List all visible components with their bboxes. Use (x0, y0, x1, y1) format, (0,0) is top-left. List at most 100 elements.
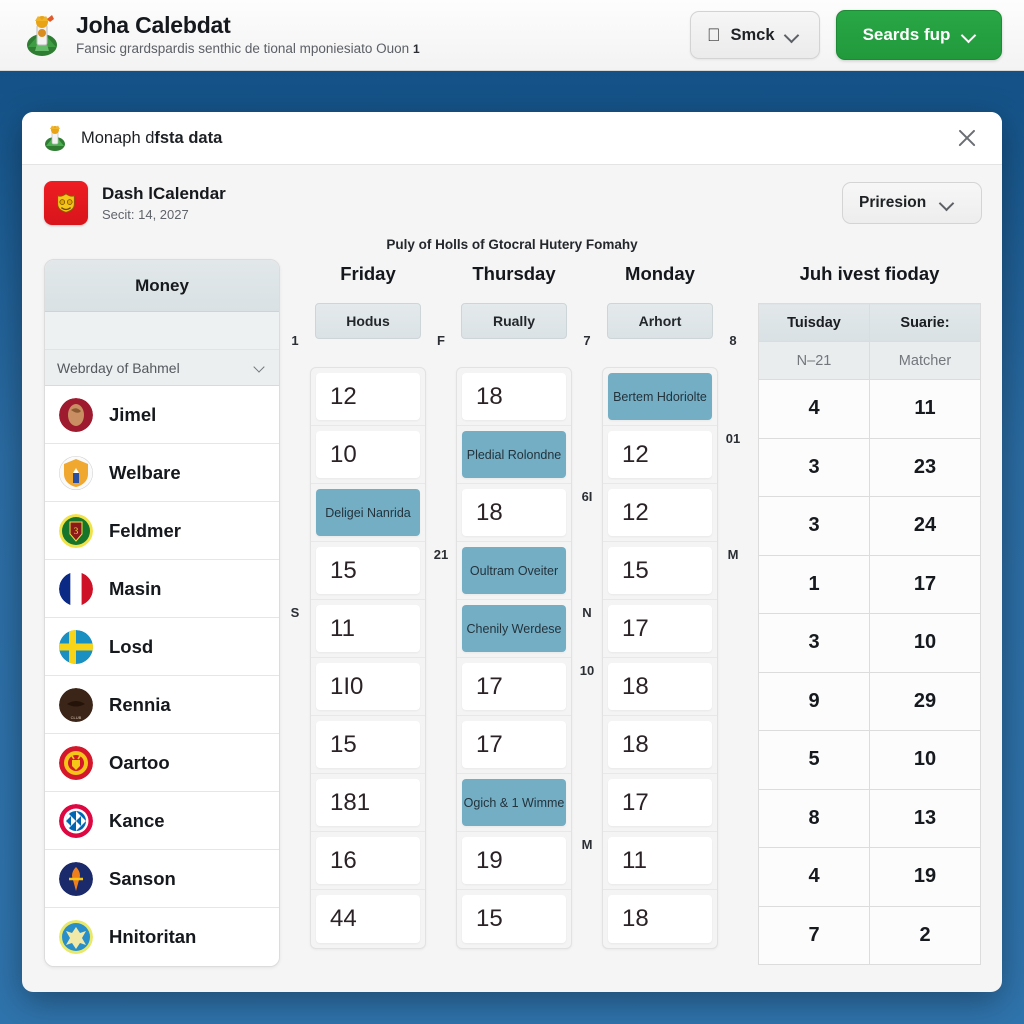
day-cell[interactable]: 17 (457, 716, 571, 774)
list-item-label: Kance (109, 809, 165, 831)
day-cell[interactable]: Ogich & 1 Wimme (457, 774, 571, 832)
day-cell[interactable]: 15 (311, 716, 425, 774)
list-item[interactable]: Jimel (45, 386, 279, 444)
crest-bavaria-lozenge-icon (59, 803, 93, 838)
day-column-header: Thursday (472, 263, 556, 284)
crest-sweden-cross-icon (59, 629, 93, 664)
table-column-subheader: N–21 (758, 341, 870, 380)
day-cell[interactable]: 18 (457, 484, 571, 542)
crest-blue-yellow-icon (59, 920, 93, 954)
day-cell[interactable]: 10 (311, 426, 425, 484)
summary-table: Tuisday Suarie: N–21 Matcher 4 11 3 23 3 24 1 17 3 10… (758, 303, 981, 965)
list-item[interactable]: Welbare (45, 444, 279, 502)
list-item-label: Losd (109, 635, 154, 657)
day-cell[interactable]: Oultram Oveiter (457, 542, 571, 600)
day-column-chip[interactable]: Rually (461, 303, 567, 339)
list-item-label: Masin (109, 577, 162, 599)
table-cell: 11 (869, 379, 981, 439)
precision-select[interactable]: Priresion (842, 182, 982, 224)
day-cell-value: 12 (608, 431, 712, 478)
table-row[interactable]: 72 (758, 905, 981, 965)
chevron-down-icon (962, 29, 975, 42)
red-shield-badge-icon (44, 181, 88, 225)
day-cell[interactable]: 17 (457, 658, 571, 716)
day-cell-value: 17 (608, 779, 712, 826)
day-cell[interactable]: 18 (457, 368, 571, 426)
day-cell[interactable]: 11 (311, 600, 425, 658)
day-cell[interactable]: Chenily Werdese (457, 600, 571, 658)
day-cell[interactable]: 181 (311, 774, 425, 832)
day-cell[interactable]: 18 (603, 658, 717, 716)
list-item[interactable]: Kance (45, 792, 279, 850)
day-cell[interactable]: 17 (603, 600, 717, 658)
heraldic-crest-icon (42, 124, 68, 152)
day-cell[interactable]: Pledial Rolondne (457, 426, 571, 484)
day-cell[interactable]: 17 (603, 774, 717, 832)
day-cell[interactable]: 12 (603, 484, 717, 542)
list-item[interactable]: Losd (45, 618, 279, 676)
list-item[interactable]: CLUB Rennia (45, 676, 279, 734)
table-cell: 3 (758, 496, 870, 556)
day-cell[interactable]: 15 (457, 890, 571, 948)
gutter-marker: N (582, 605, 592, 620)
app-title-block: Joha Calebdat Fansic grardspardis senthi… (76, 12, 420, 58)
day-cell-value: 181 (316, 779, 420, 826)
platform-menu-button[interactable]:  Smck (690, 11, 820, 59)
table-row[interactable]: 5 10 (758, 730, 981, 790)
chip-marker: 1 (291, 333, 299, 348)
page-subtitle: Fansic grardspardis senthic de tional mp… (76, 40, 420, 58)
day-cell-value: 17 (608, 605, 712, 652)
crest-red-devil-icon (59, 745, 93, 780)
day-cell[interactable]: 11 (603, 832, 717, 890)
day-cell[interactable]: 18 (603, 890, 717, 948)
table-cell: 4 (758, 847, 870, 907)
day-cell[interactable]: 1I0 (311, 658, 425, 716)
day-cell[interactable]: Deligei Nanrida (311, 484, 425, 542)
day-cell[interactable]: Bertem Hdoriolte (603, 368, 717, 426)
day-cell[interactable]: 44 (311, 890, 425, 948)
page-subtitle-text: Fansic grardspardis senthic de tional mp… (76, 40, 410, 56)
table-cell: 10 (869, 613, 981, 673)
day-cell[interactable]: 15 (311, 542, 425, 600)
table-column-header[interactable]: Suarie: (869, 303, 981, 342)
table-column-header[interactable]: Tuisday (758, 303, 870, 342)
list-item[interactable]: Sanson (45, 850, 279, 908)
day-column-chip[interactable]: Arhort (607, 303, 713, 339)
day-cell[interactable]: 19 (457, 832, 571, 890)
day-cell[interactable]: 16 (311, 832, 425, 890)
table-row[interactable]: 3 24 (758, 496, 981, 556)
left-panel-title: Money (45, 260, 279, 312)
table-row[interactable]: 8 13 (758, 788, 981, 848)
table-cell: 3 (758, 437, 870, 497)
day-cell[interactable]: 12 (311, 368, 425, 426)
table-row[interactable]: 9 29 (758, 671, 981, 731)
close-icon[interactable] (950, 121, 984, 155)
table-row[interactable]: 1 17 (758, 554, 981, 614)
dialog-subheader-date: Secit: 14, 2027 (102, 206, 189, 222)
list-item[interactable]: 3 Feldmer (45, 502, 279, 560)
day-cell-event: Oultram Oveiter (462, 547, 566, 594)
chevron-down-icon (785, 29, 798, 42)
table-row[interactable]: 4 11 (758, 379, 981, 439)
left-panel-select[interactable]: Webrday of Bahmel (45, 350, 279, 386)
day-cell[interactable]: 18 (603, 716, 717, 774)
crest-red-circle-icon (59, 397, 93, 432)
gutter-marker: M (581, 837, 593, 852)
list-item[interactable]: Oartoo (45, 734, 279, 792)
list-item[interactable]: Masin (45, 560, 279, 618)
day-column-chip[interactable]: Hodus (315, 303, 421, 339)
day-cell[interactable]: 15 (603, 542, 717, 600)
day-cell[interactable]: 12 (603, 426, 717, 484)
list-item[interactable]: Hnitoritan (45, 908, 279, 966)
day-cell-value: 18 (462, 489, 566, 536)
table-cell: 10 (869, 730, 981, 790)
table-row[interactable]: 3 10 (758, 613, 981, 673)
table-row[interactable]: 4 19 (758, 847, 981, 907)
primary-action-button[interactable]: Seards fup (836, 10, 1002, 60)
table-row[interactable]: 3 23 (758, 437, 981, 497)
day-cell-event: Ogich & 1 Wimme (462, 779, 566, 826)
day-cell-value: 18 (608, 895, 712, 943)
chip-marker: F (437, 333, 445, 348)
dialog-title-bold: fsta data (154, 128, 223, 147)
calendar-board: Puly of Holls of Gtocral Hutery Fomahy M… (22, 237, 1002, 979)
